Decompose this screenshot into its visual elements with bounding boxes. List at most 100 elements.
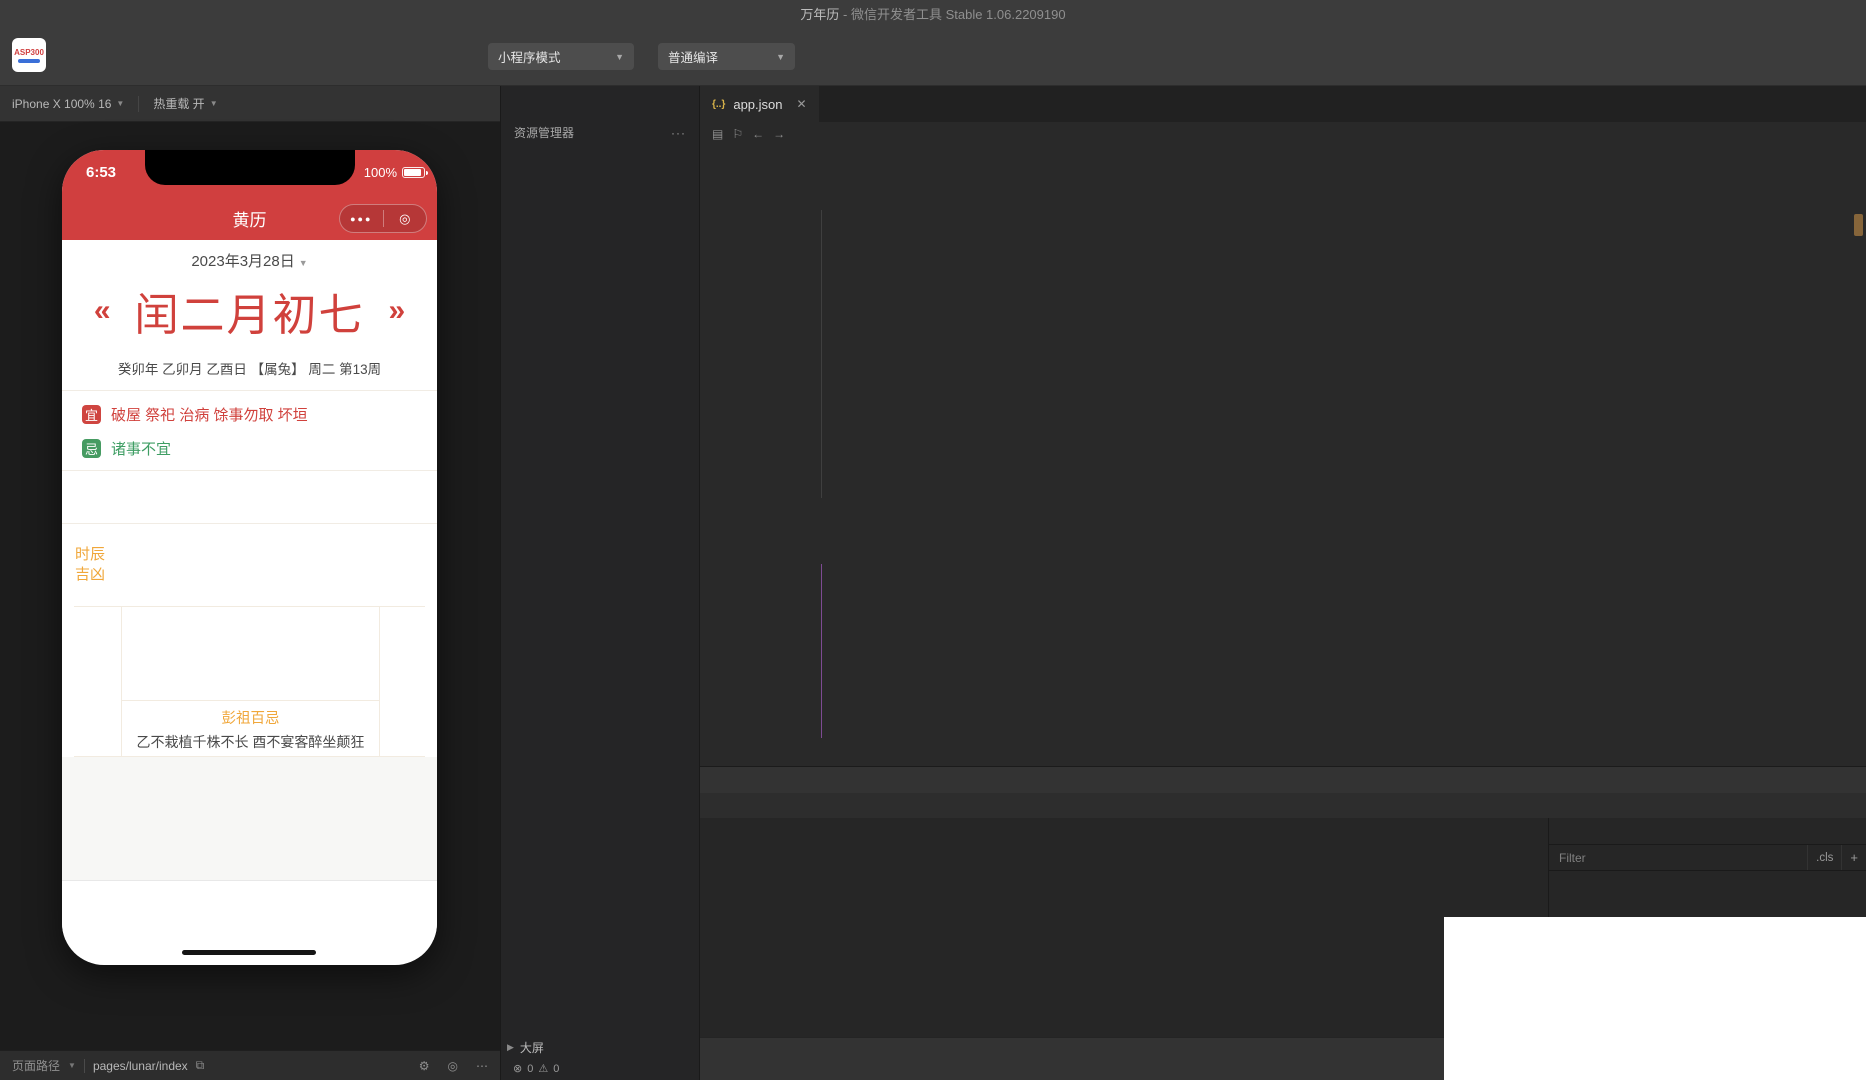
page-path-label: 页面路径 [12,1059,61,1073]
yi-text: 破屋 祭祀 治病 馀事勿取 坏垣 [111,407,308,424]
jianchu-cell [74,607,122,756]
divider [138,95,140,112]
divider [62,390,437,391]
status-time: 6:53 [86,164,117,181]
project-logo[interactable]: ASP300 [12,38,46,72]
copy-icon[interactable]: ⧉ [196,1058,205,1073]
screen-toggle-label: 大屏 [519,1041,544,1055]
project-logo-text: ASP300 [14,47,44,57]
error-count: 0 [527,1062,534,1075]
date-value: 2023年3月28日 [191,253,295,270]
device-selector[interactable]: iPhone X 100% 16 ▼ [12,97,124,111]
simulator-status-bar: 页面路径 ▼ pages/lunar/index ⧉ ⚙ ◎ ⋯ [0,1050,500,1080]
window-title-project: 万年历 [800,7,840,22]
yi-row: 宜 破屋 祭祀 治病 馀事勿取 坏垣 [82,404,308,425]
phone-tab-bar [62,880,437,940]
settings-icon[interactable]: ⚙ [419,1059,430,1073]
warning-icon: ⚠ [538,1063,549,1075]
indent-guide [821,210,822,498]
json-file-icon: {..} [712,98,726,110]
almanac-grid-columns [122,607,379,701]
chevron-down-icon: ▼ [298,258,308,268]
phone-simulator[interactable]: 6:53 100% 黄历 ●●● ◎ 2023年3月28日 ▼ « 闰二月初七 »… [62,150,437,965]
content-spacer [62,757,437,880]
debugger-drawer [700,1037,1444,1080]
add-style-button[interactable]: + [1841,845,1866,870]
error-icon: ⊗ [513,1063,523,1075]
back-icon[interactable]: ← [752,127,764,141]
divider [83,1058,85,1073]
pengzu-cell: 彭祖百忌 乙不栽植千株不长 酉不宴客醉坐颠狂 [122,701,379,756]
next-day-arrow[interactable]: » [389,294,406,328]
home-indicator[interactable] [182,950,316,955]
close-icon[interactable]: ✕ [797,97,807,111]
project-logo-underline [18,58,40,63]
outline-icon[interactable]: ▤ [712,127,723,141]
pengzu-text: 乙不栽植千株不长 酉不宴客醉坐颠狂 [136,734,365,750]
styles-filter-row: .cls + [1549,845,1866,871]
window-title: 万年历 - 微信开发者工具 Stable 1.06.2209190 [0,4,1866,23]
tab-label: app.json [733,96,783,112]
phone-notch [145,150,355,185]
problems-status[interactable]: ⊗ 0 ⚠ 0 [513,1062,560,1076]
prev-day-arrow[interactable]: « [94,294,111,328]
ji-row: 忌 诸事不宜 [82,438,171,459]
more-icon[interactable]: ●●● [340,214,383,224]
hours-table: 时辰吉凶 [72,524,427,606]
hot-reload-value: 热重载 开 [153,97,205,111]
hot-reload-toggle[interactable]: 热重载 开 ▼ [153,95,217,112]
mode-dropdown[interactable]: 小程序模式 ▼ [488,43,634,70]
chevron-down-icon[interactable]: ▼ [68,1061,76,1070]
title-bar: 万年历 - 微信开发者工具 Stable 1.06.2209190 [0,0,1866,27]
cls-button[interactable]: .cls [1807,845,1841,870]
simulator-toolbar: iPhone X 100% 16 ▼ 热重载 开 ▼ [0,86,500,122]
overlay-popup [1444,917,1866,1080]
tab-app-json[interactable]: {..} app.json ✕ [700,86,819,122]
ji-text: 诸事不宜 [111,441,172,458]
ganzhi-line: 癸卯年 乙卯月 乙酉日 【属兔】 周二 第13周 [117,362,382,377]
main-toolbar: ASP300 小程序模式 ▼ 普通编译 ▼ [0,27,1866,86]
stars-cell [379,607,425,756]
debugger-panel-tabs [700,767,1866,793]
status-battery: 100% [364,165,428,180]
bracket-guide [821,564,822,738]
capsule-menu[interactable]: ●●● ◎ [339,204,427,233]
compile-mode-dropdown[interactable]: 普通编译 ▼ [658,43,795,70]
preview-eye-icon[interactable]: ◎ [448,1059,458,1073]
more-icon[interactable]: ⋯ [476,1059,488,1073]
forward-icon[interactable]: → [773,127,785,141]
more-icon[interactable]: ··· [671,126,686,140]
lunar-day-title: 闰二月初七 [134,291,365,340]
close-circle-icon[interactable]: ◎ [384,211,427,227]
simulator-panel: 6:53 100% 黄历 ●●● ◎ 2023年3月28日 ▼ « 闰二月初七 »… [0,122,500,1050]
almanac-grid: 彭祖百忌 乙不栽植千株不长 酉不宴客醉坐颠狂 [74,606,425,757]
explorer-toolbar [501,86,699,120]
debugger-panel: .cls + [700,766,1866,1080]
scrollbar-marker[interactable] [1854,214,1863,236]
file-explorer-panel: 资源管理器 ··· ▶ 大屏 ⊗ 0 ⚠ 0 [500,86,700,1080]
screen-toggle[interactable]: ▶ 大屏 [507,1039,544,1056]
explorer-header: 资源管理器 ··· [501,120,699,145]
device-selector-value: iPhone X 100% 16 [12,96,112,111]
ji-badge: 忌 [82,439,101,458]
chevron-down-icon: ▼ [615,51,624,62]
bookmark-icon[interactable]: ⚐ [732,127,743,141]
compile-dropdown-value: 普通编译 [668,51,719,65]
date-selector[interactable]: 2023年3月28日 ▼ [62,250,437,271]
wechat-devtools-window: 万年历 - 微信开发者工具 Stable 1.06.2209190 ASP300… [0,0,1866,1080]
code-area[interactable] [700,146,1866,766]
breadcrumb: ▤ ⚐ ← → [700,122,1866,146]
yi-badge: 宜 [82,405,101,424]
warning-count: 0 [553,1062,560,1075]
pengzu-label: 彭祖百忌 [221,711,280,727]
chevron-down-icon: ▼ [776,51,785,62]
chevron-down-icon: ▼ [116,99,125,108]
almanac-grid-main: 彭祖百忌 乙不栽植千株不长 酉不宴客醉坐颠狂 [122,607,379,756]
page-path-value: pages/lunar/index [92,1058,188,1073]
styles-tabs [1549,818,1866,845]
almanac-info-row [62,470,437,524]
window-title-version: - 微信开发者工具 Stable 1.06.2209190 [839,7,1066,22]
hours-label: 时辰吉凶 [74,546,105,583]
filter-input[interactable] [1549,850,1808,865]
chevron-right-icon: ▶ [507,1042,514,1052]
